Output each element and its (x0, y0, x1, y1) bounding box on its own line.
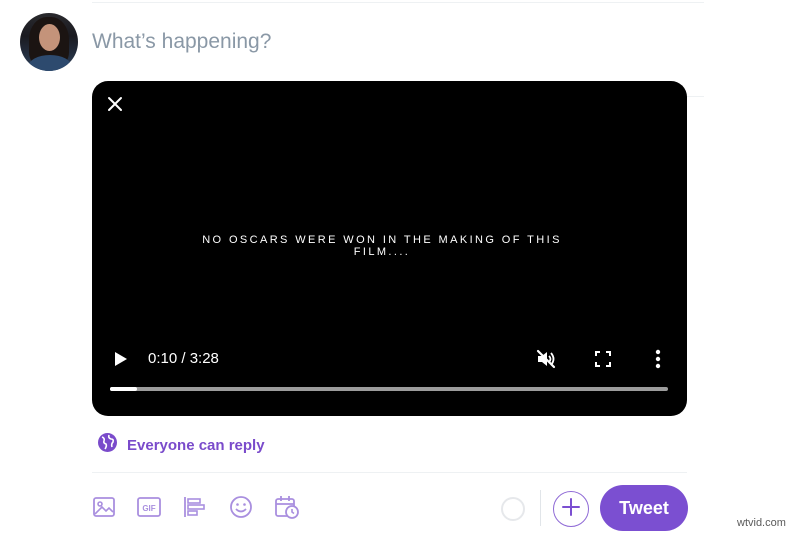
compose-input[interactable]: What’s happening? (92, 30, 271, 54)
top-divider (92, 2, 704, 3)
svg-text:GIF: GIF (142, 504, 155, 513)
reply-settings-label: Everyone can reply (127, 436, 265, 454)
video-progress-bar[interactable] (110, 387, 668, 391)
video-controls: 0:10 / 3:28 (92, 343, 687, 373)
character-count-ring (501, 497, 525, 521)
schedule-icon[interactable] (274, 494, 300, 520)
reply-divider (92, 472, 687, 473)
image-icon[interactable] (91, 494, 117, 520)
avatar[interactable] (20, 13, 78, 71)
gif-icon[interactable]: GIF (136, 494, 162, 520)
close-icon[interactable] (104, 93, 126, 115)
reply-settings-button[interactable]: Everyone can reply (97, 432, 265, 458)
add-tweet-button[interactable] (553, 491, 589, 527)
toolbar-separator (540, 490, 541, 526)
video-progress-fill (110, 387, 137, 391)
video-time: 0:10 / 3:28 (148, 350, 219, 367)
globe-icon (97, 432, 118, 458)
emoji-icon[interactable] (228, 494, 254, 520)
poll-icon[interactable] (182, 494, 208, 520)
more-vertical-icon[interactable] (654, 348, 662, 370)
play-icon[interactable] (114, 351, 128, 367)
fullscreen-icon[interactable] (594, 350, 612, 368)
video-player[interactable]: NO OSCARS WERE WON IN THE MAKING OF THIS… (92, 81, 687, 416)
video-caption: NO OSCARS WERE WON IN THE MAKING OF THIS… (202, 234, 562, 258)
plus-icon (562, 497, 580, 521)
muted-speaker-icon[interactable] (535, 348, 557, 370)
watermark: wtvid.com (737, 517, 786, 529)
tweet-button[interactable]: Tweet (600, 485, 688, 531)
